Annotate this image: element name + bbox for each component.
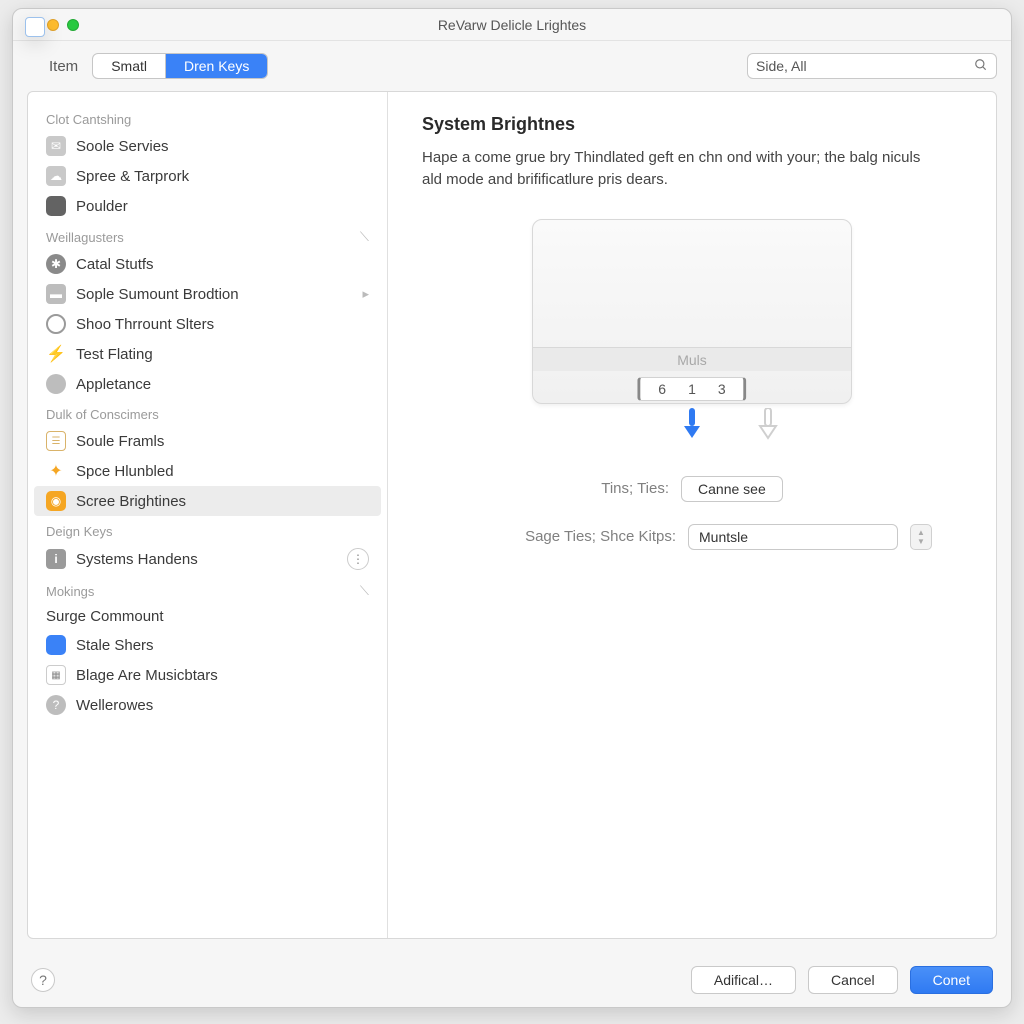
toolbar-item-label: Item xyxy=(49,58,78,75)
adifical-button[interactable]: Adifical… xyxy=(691,966,796,994)
disk-icon xyxy=(46,284,66,304)
content: Clot Cantshing Soole Servies Spree & Tar… xyxy=(27,91,997,939)
canne-see-button[interactable]: Canne see xyxy=(681,476,783,502)
search-icon xyxy=(974,58,988,75)
titlebar: ReVarw Delicle Lrightes xyxy=(13,9,1011,41)
muntsle-combo[interactable]: Muntsle xyxy=(688,524,898,550)
sun-icon xyxy=(46,254,66,274)
key-3: 3 xyxy=(718,381,726,397)
mail-icon xyxy=(46,136,66,156)
app-icon xyxy=(46,635,66,655)
sidebar-item-spree[interactable]: Spree & Tarprork xyxy=(28,161,387,191)
toolbar: Item Smatl Dren Keys Side, All xyxy=(13,41,1011,91)
sidebar-item-scree-brightines[interactable]: Scree Brightines xyxy=(34,486,381,516)
panel-heading: System Brightnes xyxy=(422,114,962,135)
group-header-mokings: Mokings ⟍ xyxy=(28,575,387,603)
sidebar-item-soole[interactable]: Soole Servies xyxy=(28,131,387,161)
key-6: 6 xyxy=(658,381,666,397)
row-tins: Tins; Ties: Canne see xyxy=(422,476,962,502)
seg-dren-keys[interactable]: Dren Keys xyxy=(166,54,267,78)
sidebar-item-stale[interactable]: Stale Shers xyxy=(28,630,387,660)
key-1: 1 xyxy=(688,381,696,397)
sidebar-item-soule[interactable]: Soule Framls xyxy=(28,426,387,456)
sidebar-item-test[interactable]: Test Flating xyxy=(28,339,387,369)
sidebar-item-shoo[interactable]: Shoo Thrrount Slters xyxy=(28,309,387,339)
group-header-deign: Deign Keys xyxy=(28,516,387,543)
calendar-icon xyxy=(46,431,66,451)
play-icon: ▸ xyxy=(362,286,369,302)
preview-bar-label: Muls xyxy=(533,347,851,371)
seg-smatl[interactable]: Smatl xyxy=(93,54,166,78)
question-icon xyxy=(46,695,66,715)
arrow-indicators xyxy=(606,408,778,442)
preview-keys: 6 1 3 xyxy=(637,377,746,401)
footer: ? Adifical… Cancel Conet xyxy=(13,953,1011,1007)
window-title: ReVarw Delicle Lrightes xyxy=(13,17,1011,33)
sidebar-item-sople[interactable]: Sople Sumount Brodtion ▸ xyxy=(28,279,387,309)
ring-icon xyxy=(46,314,66,334)
info-icon xyxy=(46,549,66,569)
sidebar-item-surge[interactable]: Surge Commount xyxy=(28,603,387,630)
search-value: Side, All xyxy=(756,58,974,74)
sidebar-item-catal[interactable]: Catal Stutfs xyxy=(28,249,387,279)
view-segmented: Smatl Dren Keys xyxy=(92,53,268,79)
cloud-icon xyxy=(46,166,66,186)
sidebar-item-appletance[interactable]: Appletance xyxy=(28,369,387,399)
row-sage: Sage Ties; Shce Kitps: Muntsle ▲▼ xyxy=(422,524,962,550)
sidebar-item-systems[interactable]: Systems Handens ⋮ xyxy=(28,543,387,575)
collapse-icon[interactable]: ⟍ xyxy=(360,583,369,599)
more-icon[interactable]: ⋮ xyxy=(347,548,369,570)
arrow-down-active-icon xyxy=(682,408,702,442)
star-icon xyxy=(46,461,66,481)
sidebar-item-poulder[interactable]: Poulder xyxy=(28,191,387,221)
group-header-dulk: Dulk of Conscimers xyxy=(28,399,387,426)
collapse-icon[interactable]: ⟍ xyxy=(360,229,369,245)
box-icon xyxy=(46,196,66,216)
sidebar-item-wellerowes[interactable]: Wellerowes xyxy=(28,690,387,720)
dot-icon xyxy=(46,374,66,394)
main-panel: System Brightnes Hape a come grue bry Th… xyxy=(388,92,996,938)
panel-description: Hape a come grue bry Thindlated geft en … xyxy=(422,147,942,191)
cancel-button[interactable]: Cancel xyxy=(808,966,898,994)
search-field[interactable]: Side, All xyxy=(747,53,997,79)
arrow-down-inactive-icon xyxy=(758,408,778,442)
window: ReVarw Delicle Lrightes Item Smatl Dren … xyxy=(12,8,1012,1008)
group-header-weill: Weillagusters ⟍ xyxy=(28,221,387,249)
conet-button[interactable]: Conet xyxy=(910,966,993,994)
tins-label: Tins; Ties: xyxy=(601,480,669,497)
sidebar-item-spce[interactable]: Spce Hlunbled xyxy=(28,456,387,486)
sage-label: Sage Ties; Shce Kitps: xyxy=(525,528,676,545)
bolt-icon xyxy=(46,344,66,364)
device-preview: Muls 6 1 3 xyxy=(532,219,852,404)
sidebar-item-blage[interactable]: Blage Are Musicbtars xyxy=(28,660,387,690)
brightness-icon xyxy=(46,491,66,511)
grid-icon xyxy=(46,665,66,685)
help-button[interactable]: ? xyxy=(31,968,55,992)
group-header-clot: Clot Cantshing xyxy=(28,104,387,131)
sidebar: Clot Cantshing Soole Servies Spree & Tar… xyxy=(28,92,388,938)
stepper[interactable]: ▲▼ xyxy=(910,524,932,550)
